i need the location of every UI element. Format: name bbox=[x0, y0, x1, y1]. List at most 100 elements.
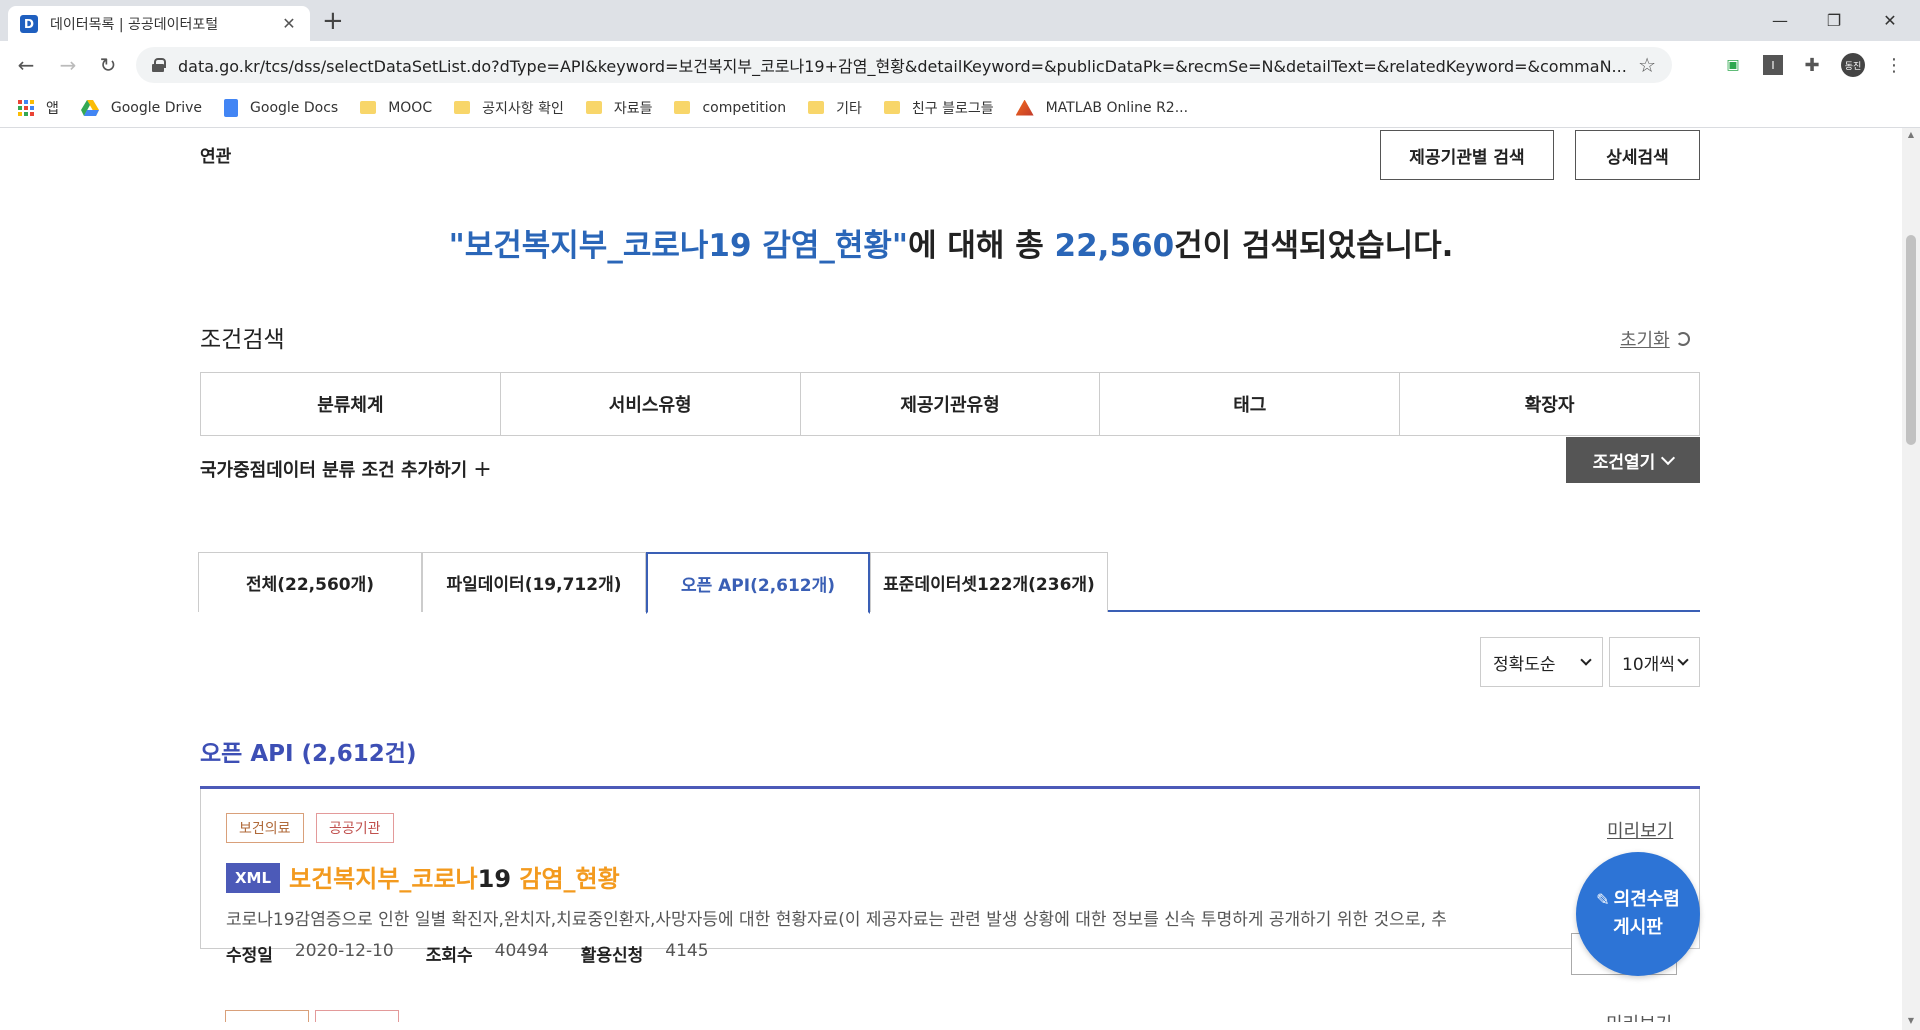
condition-search-title: 조건검색 bbox=[200, 327, 285, 353]
tab-standard-dataset[interactable]: 표준데이터셋122개(236개) bbox=[870, 552, 1108, 612]
search-headline: "보건복지부_코로나19 감염_현황"에 대해 총 22,560건이 검색되었습… bbox=[0, 220, 1902, 265]
folder-icon bbox=[808, 101, 825, 114]
tab-file-data[interactable]: 파일데이터(19,712개) bbox=[422, 552, 646, 612]
extension-screen-icon[interactable]: ▣ bbox=[1723, 55, 1743, 75]
browser-tab[interactable]: D 데이터목록 | 공공데이터포털 ✕ bbox=[8, 6, 310, 41]
bookmark-label: 친구 블로그들 bbox=[911, 100, 994, 117]
condition-table: 분류체계 서비스유형 제공기관유형 태그 확장자 bbox=[200, 372, 1700, 436]
condition-provider-type[interactable]: 제공기관유형 bbox=[801, 373, 1101, 435]
back-icon[interactable]: ← bbox=[12, 51, 40, 79]
bookmark-label: 기타 bbox=[836, 100, 862, 117]
condition-service-type[interactable]: 서비스유형 bbox=[501, 373, 801, 435]
address-bar[interactable]: data.go.kr/tcs/dss/selectDataSetList.do?… bbox=[136, 47, 1672, 83]
org-search-button[interactable]: 제공기관별 검색 bbox=[1380, 130, 1554, 180]
feedback-line1: ✎ 의견수렴 bbox=[1596, 886, 1680, 914]
modified-label: 수정일 bbox=[226, 946, 273, 966]
condition-extension[interactable]: 확장자 bbox=[1400, 373, 1699, 435]
folder-icon bbox=[585, 101, 602, 114]
bookmark-label: MOOC bbox=[388, 99, 433, 116]
open-conditions-label: 조건열기 bbox=[1592, 452, 1656, 473]
forward-icon[interactable]: → bbox=[54, 51, 82, 79]
section-title: 오픈 API (2,612건) bbox=[200, 741, 417, 767]
views-value: 40494 bbox=[494, 941, 549, 961]
tab-open-api[interactable]: 오픈 API(2,612개) bbox=[646, 552, 870, 614]
minimize-icon[interactable]: — bbox=[1752, 0, 1808, 41]
related-label: 연관 bbox=[200, 147, 232, 167]
bookmark-label: Google Docs bbox=[250, 99, 339, 116]
folder-icon bbox=[883, 101, 900, 114]
feedback-line1-label: 의견수렴 bbox=[1613, 889, 1680, 910]
headline-query: "보건복지부_코로나19 감염_현황" bbox=[448, 228, 909, 264]
scroll-up-icon[interactable]: ▲ bbox=[1906, 130, 1916, 139]
bookmark-competition[interactable]: competition bbox=[674, 100, 786, 116]
scroll-thumb[interactable] bbox=[1906, 235, 1916, 445]
restore-icon[interactable]: ❐ bbox=[1806, 0, 1862, 41]
bookmark-notice[interactable]: 공지사항 확인 bbox=[454, 98, 564, 118]
sort-order-select[interactable]: 정확도순 bbox=[1480, 637, 1603, 687]
folder-icon bbox=[674, 101, 691, 114]
bookmark-star-icon[interactable]: ☆ bbox=[1638, 53, 1656, 77]
folder-icon bbox=[454, 101, 471, 114]
page-scrollbar[interactable]: ▲ ▼ bbox=[1902, 128, 1920, 1030]
reset-button[interactable]: 초기화 bbox=[1620, 326, 1690, 352]
views-label: 조회수 bbox=[425, 946, 473, 966]
lock-icon bbox=[152, 58, 166, 72]
bookmark-label: competition bbox=[702, 99, 787, 116]
refresh-icon bbox=[1675, 332, 1690, 346]
org-type-tag[interactable]: 공공기관 bbox=[316, 813, 394, 843]
extensions-puzzle-icon[interactable]: ✚ bbox=[1802, 55, 1822, 76]
bookmark-matlab[interactable]: MATLAB Online R2... bbox=[1015, 99, 1189, 116]
tab-title: 데이터목록 | 공공데이터포털 bbox=[50, 16, 219, 33]
result-card: 보건의료 공공기관 미리보기 XML 보건복지부_코로나19 감염_현황 코로나… bbox=[200, 789, 1700, 975]
open-conditions-button[interactable]: 조건열기 bbox=[1566, 437, 1700, 483]
preview-link[interactable]: 미리보기 bbox=[1607, 817, 1673, 843]
format-badge: XML bbox=[226, 863, 280, 893]
result-type-tabs: 전체(22,560개) 파일데이터(19,712개) 오픈 API(2,612개… bbox=[198, 552, 1700, 614]
national-data-add[interactable]: 국가중점데이터 분류 조건 추가하기 + bbox=[200, 456, 492, 482]
dataset-meta: 수정일 2020-12-10 조회수 40494 활용신청 4145 bbox=[226, 941, 741, 966]
bookmarks-bar: 앱 Google Drive Google Docs MOOC 공지사항 확인 … bbox=[0, 88, 1920, 128]
detail-search-button[interactable]: 상세검색 bbox=[1575, 130, 1700, 180]
profile-avatar[interactable]: 동진 bbox=[1841, 53, 1865, 77]
bookmark-label: 공지사항 확인 bbox=[482, 100, 564, 117]
extension-info-icon[interactable]: I bbox=[1763, 55, 1783, 75]
feedback-line2-label: 게시판 bbox=[1613, 917, 1663, 938]
condition-tag[interactable]: 태그 bbox=[1100, 373, 1401, 435]
bookmark-mooc[interactable]: MOOC bbox=[360, 100, 432, 116]
bookmark-label: MATLAB Online R2... bbox=[1045, 99, 1189, 116]
reload-icon[interactable]: ↻ bbox=[94, 51, 122, 79]
apps-grid-icon bbox=[18, 99, 34, 116]
bookmark-google-drive[interactable]: Google Drive bbox=[80, 99, 203, 116]
close-window-icon[interactable]: ✕ bbox=[1862, 0, 1918, 41]
bookmark-friend-blogs[interactable]: 친구 블로그들 bbox=[883, 98, 994, 118]
condition-classification[interactable]: 분류체계 bbox=[201, 373, 501, 435]
national-add-label: 국가중점데이터 분류 조건 추가하기 bbox=[200, 460, 468, 481]
feedback-board-button[interactable]: ✎ 의견수렴 게시판 bbox=[1576, 852, 1700, 976]
apply-label: 활용신청 bbox=[580, 946, 644, 966]
apply-value: 4145 bbox=[665, 941, 709, 961]
bookmark-etc[interactable]: 기타 bbox=[808, 98, 862, 118]
url-text[interactable]: data.go.kr/tcs/dss/selectDataSetList.do?… bbox=[178, 53, 1628, 77]
close-tab-icon[interactable]: ✕ bbox=[280, 14, 298, 33]
category-tag[interactable]: 보건의료 bbox=[226, 813, 304, 843]
scroll-down-icon[interactable]: ▼ bbox=[1906, 1016, 1916, 1025]
tab-all[interactable]: 전체(22,560개) bbox=[198, 552, 422, 612]
bookmark-materials[interactable]: 자료들 bbox=[585, 98, 653, 118]
browser-chrome: D 데이터목록 | 공공데이터포털 ✕ + — ❐ ✕ ← → ↻ data.g… bbox=[0, 0, 1920, 128]
title-part-b: 19 bbox=[477, 865, 512, 893]
folder-icon bbox=[360, 101, 377, 114]
bookmark-apps[interactable]: 앱 bbox=[18, 98, 59, 118]
new-tab-icon[interactable]: + bbox=[322, 6, 344, 36]
per-page-select[interactable]: 10개씩 bbox=[1609, 637, 1700, 687]
google-drive-icon bbox=[80, 99, 99, 116]
bookmark-label: Google Drive bbox=[110, 99, 203, 116]
matlab-icon bbox=[1015, 99, 1034, 116]
dataset-description: 코로나19감염증으로 인한 일별 확진자,완치자,치료중인환자,사망자등에 대한… bbox=[226, 910, 1447, 930]
sort-order-value: 정확도순 bbox=[1493, 654, 1556, 675]
dataset-title-link[interactable]: 보건복지부_코로나19 감염_현황 bbox=[289, 859, 620, 894]
preview-link[interactable]: 미리보기 bbox=[1606, 1010, 1672, 1022]
bookmark-google-docs[interactable]: Google Docs bbox=[224, 98, 339, 117]
tab-strip: D 데이터목록 | 공공데이터포털 ✕ + — ❐ ✕ bbox=[0, 0, 1920, 41]
bookmark-label: 자료들 bbox=[613, 100, 653, 117]
menu-dots-icon[interactable]: ⋮ bbox=[1884, 55, 1904, 76]
